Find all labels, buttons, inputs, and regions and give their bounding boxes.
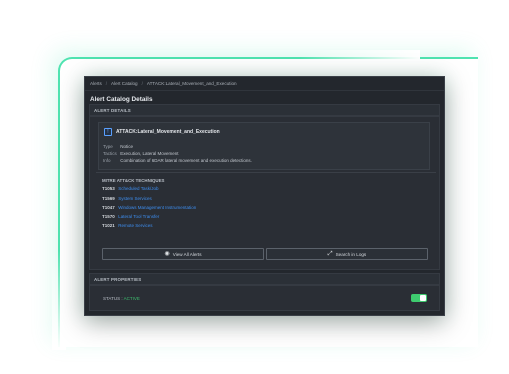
breadcrumb-alerts[interactable]: Alerts	[90, 81, 102, 86]
technique-row: T1570 Lateral Tool Transfer	[102, 214, 159, 219]
field-type-value: Notice	[120, 144, 134, 149]
technique-id: T1569	[102, 196, 115, 201]
alert-properties-panel	[89, 285, 440, 311]
field-info: Info Combination of 6DAR lateral movemen…	[103, 158, 252, 163]
breadcrumb-separator: /	[105, 81, 108, 86]
technique-id: T1053	[102, 186, 115, 191]
technique-link[interactable]: System Services	[118, 196, 152, 201]
field-info-value: Combination of 6DAR lateral movement and…	[120, 158, 252, 163]
field-tactics: Tactics Execution, Lateral Movement	[103, 151, 179, 156]
technique-row: T1569 System Services	[102, 196, 152, 201]
view-all-alerts-label: View All Alerts	[172, 251, 202, 257]
technique-link[interactable]: Scheduled Task/Job	[118, 186, 158, 191]
breadcrumb-alert-catalog[interactable]: Alert Catalog	[111, 81, 138, 86]
technique-link[interactable]: Windows Management Instrumentation	[118, 205, 196, 210]
technique-row: T1021 Remote Services	[102, 223, 153, 228]
technique-link[interactable]: Remote Services	[118, 223, 152, 228]
field-type: Type Notice	[103, 144, 133, 149]
view-all-alerts-button[interactable]: ◉ View All Alerts	[102, 248, 264, 260]
search-in-logs-button[interactable]: ⤢ Search in Logs	[266, 248, 428, 260]
technique-id: T1047	[102, 205, 115, 210]
technique-link[interactable]: Lateral Tool Transfer	[118, 214, 159, 219]
technique-id: T1021	[102, 223, 115, 228]
alert-name: ATTACK:Lateral_Movement_and_Execution	[116, 129, 220, 135]
alert-properties-header: ALERT PROPERTIES	[89, 273, 440, 285]
alert-icon: !	[104, 128, 112, 136]
decorative-glow-fade-left	[52, 250, 66, 350]
technique-row: T1053 Scheduled Task/Job	[102, 186, 158, 191]
field-type-key: Type	[103, 144, 113, 149]
section-divider	[96, 172, 436, 173]
breadcrumb-current: ATTACK:Lateral_Movement_and_Execution	[146, 81, 237, 86]
toggle-knob	[420, 295, 426, 301]
mitre-techniques-title: MITRE ATT&CK TECHNIQUES	[102, 178, 165, 183]
field-tactics-key: Tactics	[103, 151, 117, 156]
technique-row: T1047 Windows Management Instrumentation	[102, 205, 196, 210]
field-info-key: Info	[103, 158, 111, 163]
technique-id: T1570	[102, 214, 115, 219]
field-tactics-value: Execution, Lateral Movement	[120, 151, 179, 156]
breadcrumb: Alerts / Alert Catalog / ATTACK:Lateral_…	[85, 77, 444, 91]
status-label: STATUS :	[103, 296, 123, 301]
eye-icon: ◉	[164, 251, 170, 257]
breadcrumb-separator: /	[141, 81, 143, 86]
decorative-glow-fade	[300, 50, 420, 62]
alert-details-header: ALERT DETAILS	[89, 104, 440, 116]
status-value: ACTIVE	[123, 296, 140, 301]
status-toggle[interactable]	[411, 294, 427, 302]
status-row: STATUS : ACTIVE	[103, 296, 140, 301]
expand-search-icon: ⤢	[327, 251, 333, 257]
search-in-logs-label: Search in Logs	[335, 251, 367, 257]
page-title: Alert Catalog Details	[90, 96, 153, 103]
